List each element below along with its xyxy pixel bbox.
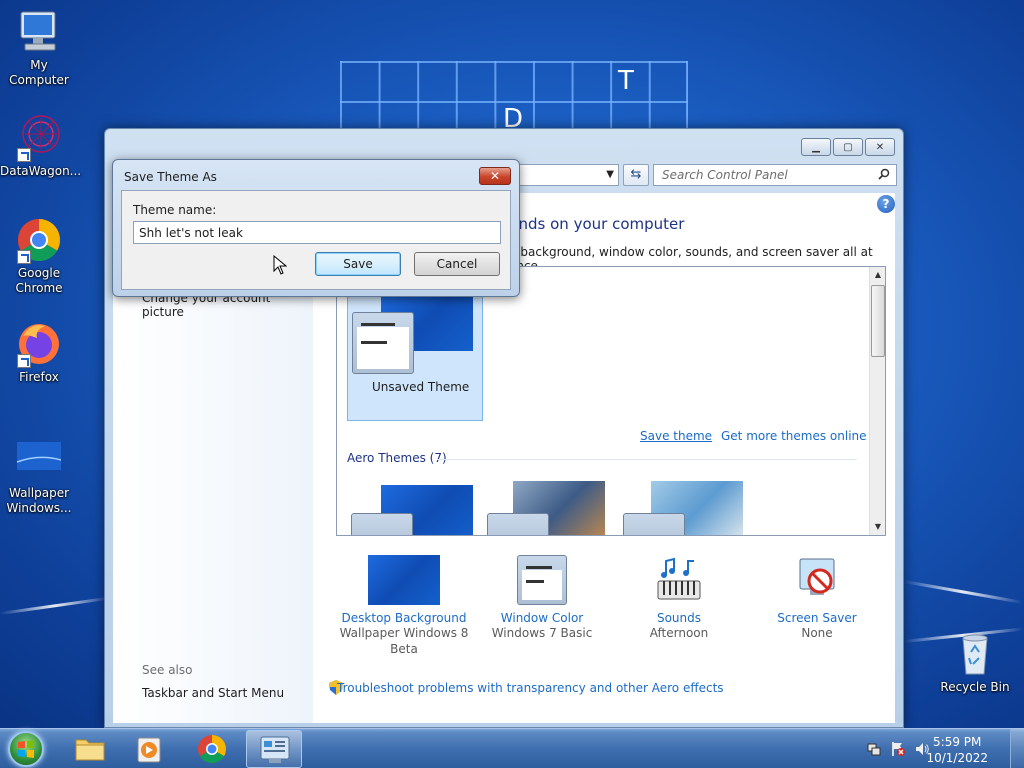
desktop-icon-my-computer[interactable]: My Computer — [0, 8, 78, 88]
taskbar: 5:59 PM 10/1/2022 — [0, 728, 1024, 768]
window-controls: ▁ ▢ ✕ — [801, 138, 895, 156]
window-color-link[interactable]: Window Color — [472, 611, 612, 625]
wallpaper-streak — [0, 596, 110, 615]
desktop-icon-label: Wallpaper Windows... — [6, 486, 72, 515]
theme-list[interactable]: Unsaved Theme Save theme Get more themes… — [336, 266, 886, 536]
show-desktop-button[interactable] — [1010, 729, 1024, 768]
desktop-icon-recycle-bin[interactable]: Recycle Bin — [936, 630, 1014, 695]
desktop-icon-label: Firefox — [19, 370, 59, 384]
scrollbar-thumb[interactable] — [871, 285, 885, 357]
firefox-icon — [15, 320, 63, 368]
see-also-heading: See also — [142, 663, 193, 677]
dialog-body: Theme name: Save Cancel — [121, 190, 511, 290]
recycle-bin-icon — [951, 630, 999, 678]
sounds-link[interactable]: Sounds — [609, 611, 749, 625]
screen-saver-item[interactable]: Screen Saver None — [747, 555, 887, 641]
clock[interactable]: 5:59 PM 10/1/2022 — [926, 734, 988, 766]
chrome-icon — [15, 216, 63, 264]
shortcut-arrow-icon — [17, 250, 31, 264]
folder-icon — [75, 739, 105, 761]
section-divider — [437, 459, 857, 460]
help-icon[interactable]: ? — [877, 195, 895, 213]
window-color-icon — [517, 555, 567, 605]
theme-name-label: Theme name: — [133, 203, 217, 217]
desktop-background-icon — [368, 555, 440, 605]
screen-saver-icon — [799, 558, 835, 595]
taskbar-chrome[interactable] — [184, 730, 240, 768]
aero-themes-heading: Aero Themes (7) — [347, 451, 447, 465]
page-title: unds on your computer — [509, 215, 685, 233]
chrome-icon — [198, 735, 226, 763]
taskbar-start-menu-link[interactable]: Taskbar and Start Menu — [142, 686, 284, 700]
desktop-icon-label: DataWagon... — [0, 164, 82, 178]
save-theme-dialog: Save Theme As ✕ Theme name: Save Cancel — [112, 159, 520, 297]
theme-window-preview — [352, 312, 414, 374]
datawagon-icon — [15, 114, 63, 162]
screen-saver-value: None — [801, 626, 833, 640]
desktop-icon-wallpaper[interactable]: Wallpaper Windows... — [0, 436, 78, 516]
desktop-icon-label: My Computer — [9, 58, 69, 87]
wallpaper-letter: T — [618, 66, 634, 96]
desktop-background-item[interactable]: Desktop Background Wallpaper Windows 8 B… — [334, 555, 474, 657]
screen-saver-link[interactable]: Screen Saver — [747, 611, 887, 625]
dialog-close-button[interactable]: ✕ — [479, 167, 511, 185]
control-panel-icon — [260, 736, 290, 763]
action-center-icon[interactable] — [890, 741, 906, 757]
minimize-button[interactable]: ▁ — [801, 138, 831, 156]
scrollbar[interactable]: ▲ ▼ — [869, 267, 885, 535]
computer-icon — [15, 8, 63, 56]
refresh-button[interactable]: ⇆ — [623, 164, 649, 186]
refresh-icon: ⇆ — [630, 167, 642, 182]
cancel-button[interactable]: Cancel — [414, 252, 500, 276]
windows-logo-icon — [18, 740, 34, 758]
clock-date: 10/1/2022 — [926, 751, 988, 765]
desktop-icon-label: Recycle Bin — [940, 680, 1010, 694]
start-button[interactable] — [8, 731, 44, 767]
save-button[interactable]: Save — [315, 252, 401, 276]
sounds-icon — [657, 557, 701, 600]
desktop-icon-datawagon[interactable]: DataWagon... — [0, 114, 82, 179]
maximize-button[interactable]: ▢ — [833, 138, 863, 156]
search-input[interactable]: Search Control Panel — [653, 164, 897, 186]
address-bar[interactable]: ▼ — [511, 164, 619, 186]
theme-label: Unsaved Theme — [372, 380, 470, 394]
desktop: T D My Computer DataWagon... Google Chro… — [0, 0, 1024, 728]
shortcut-arrow-icon — [17, 148, 31, 162]
search-placeholder: Search Control Panel — [662, 168, 788, 182]
sounds-item[interactable]: Sounds Afternoon — [609, 555, 749, 641]
shortcut-arrow-icon — [17, 354, 31, 368]
clock-time: 5:59 PM — [933, 735, 982, 749]
taskbar-explorer[interactable] — [62, 730, 118, 768]
sounds-value: Afternoon — [649, 626, 709, 640]
dialog-title: Save Theme As — [124, 170, 217, 184]
save-theme-link[interactable]: Save theme — [640, 429, 712, 443]
window-color-item[interactable]: Window Color Windows 7 Basic — [472, 555, 612, 641]
taskbar-media-player[interactable] — [122, 730, 178, 768]
scroll-up-icon[interactable]: ▲ — [870, 267, 885, 283]
network-icon[interactable] — [866, 741, 882, 757]
media-player-icon — [137, 737, 161, 763]
desktop-icon-google-chrome[interactable]: Google Chrome — [0, 216, 78, 296]
chevron-down-icon[interactable]: ▼ — [606, 169, 614, 180]
get-more-themes-link[interactable]: Get more themes online — [721, 429, 867, 443]
desktop-background-value: Wallpaper Windows 8 Beta — [339, 626, 469, 656]
search-icon[interactable] — [878, 168, 890, 180]
taskbar-control-panel[interactable] — [246, 730, 302, 768]
troubleshoot-link[interactable]: Troubleshoot problems with transparency … — [337, 681, 724, 695]
theme-name-input[interactable] — [133, 221, 501, 244]
close-button[interactable]: ✕ — [865, 138, 895, 156]
theme-unsaved[interactable]: Unsaved Theme — [347, 285, 483, 421]
window-color-value: Windows 7 Basic — [491, 626, 593, 640]
mouse-cursor-icon — [273, 255, 287, 275]
desktop-icon-firefox[interactable]: Firefox — [0, 320, 78, 385]
scroll-down-icon[interactable]: ▼ — [870, 519, 885, 535]
desktop-icon-label: Google Chrome — [15, 266, 63, 295]
desktop-background-link[interactable]: Desktop Background — [334, 611, 474, 625]
image-file-icon — [15, 436, 63, 484]
wallpaper-streak — [903, 580, 1023, 604]
